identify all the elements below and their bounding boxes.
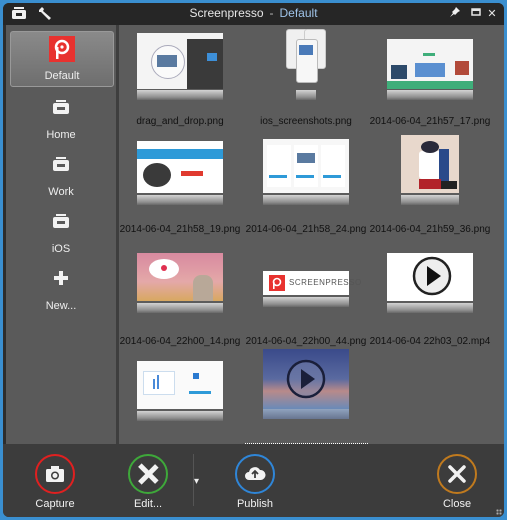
thumbnail <box>137 141 223 193</box>
sidebar-item-label: Home <box>46 129 76 141</box>
thumbnail-reflection <box>137 411 223 421</box>
thumbnail <box>137 361 223 409</box>
cloud-upload-icon <box>245 467 266 480</box>
sidebar-item-home[interactable]: Home <box>10 91 112 145</box>
gallery-item[interactable]: 2014-06-04_21h59_36.png <box>369 135 491 235</box>
file-name: 2014-06-04_21h59_36.png <box>369 224 491 235</box>
title-bar[interactable]: Screenpresso - Default ✕ <box>3 3 504 25</box>
drawer-icon <box>52 99 70 118</box>
file-name: 2014-06-04_21h58_24.png <box>245 224 367 235</box>
action-divider <box>193 454 194 506</box>
thumbnail-reflection <box>263 297 349 307</box>
close-label: Close <box>442 498 472 510</box>
thumbnail: SCREENPRESSO <box>263 271 361 295</box>
pencil-ruler-icon <box>138 463 159 485</box>
project-name: Default <box>279 6 318 20</box>
thumbnail-reflection <box>387 90 473 100</box>
thumbnail <box>387 253 473 301</box>
thumbnail <box>387 39 473 89</box>
file-name: 2014-06-04_22h00_44.png <box>245 336 367 347</box>
thumbnail-reflection <box>137 303 223 313</box>
resize-grip[interactable] <box>496 509 502 515</box>
capture-ring <box>35 454 75 494</box>
edit-dropdown-arrow[interactable]: ▾ <box>194 476 199 487</box>
publish-ring <box>235 454 275 494</box>
edit-label: Edit... <box>133 498 163 510</box>
action-bar: Capture Edit... ▾ Publish Close <box>3 444 504 517</box>
workspace-sidebar: Default Home Work iOS New... <box>6 25 116 444</box>
close-ring <box>437 454 477 494</box>
logo-text: SCREENPRESSO <box>289 278 362 287</box>
file-name: 2014-06-04_21h57_17.png <box>369 116 491 127</box>
sidebar-item-new[interactable]: New... <box>10 262 112 316</box>
sidebar-item-default[interactable]: Default <box>10 31 114 87</box>
gallery-item[interactable]: 2014-06-04_21h57_17.png <box>369 27 491 127</box>
gallery-item[interactable]: 2014-06-04_22h00_14.png <box>119 247 241 347</box>
screenpresso-logo-icon <box>49 36 75 65</box>
file-name: 2014-06-04_21h58_19.png <box>119 224 241 235</box>
edit-button[interactable]: Edit... <box>113 454 183 510</box>
sidebar-item-work[interactable]: Work <box>10 148 112 202</box>
sidebar-item-label: iOS <box>51 243 71 255</box>
gallery-item[interactable]: ios_screenshots.png <box>245 27 367 127</box>
gallery-item[interactable]: 2014-06-04_22h05_29.png <box>119 355 241 455</box>
file-name: drag_and_drop.png <box>136 116 224 127</box>
capture-gallery: drag_and_drop.png ios_screenshots.png 20… <box>119 25 504 456</box>
camera-icon <box>46 466 64 482</box>
pin-icon[interactable] <box>448 6 462 22</box>
title-separator: - <box>269 6 274 20</box>
play-icon <box>286 359 326 399</box>
maximize-icon[interactable] <box>469 6 483 22</box>
thumbnail <box>137 253 223 301</box>
thumbnail <box>263 349 349 409</box>
thumbnail <box>137 33 223 89</box>
close-button[interactable]: Close <box>422 454 492 510</box>
gallery-item[interactable]: 2014-06-04 22h06_20.mp4 <box>242 349 370 456</box>
publish-label: Publish <box>236 498 274 510</box>
capture-button[interactable]: Capture <box>20 454 90 510</box>
window-title: Screenpresso - Default <box>3 6 504 20</box>
close-icon[interactable]: ✕ <box>485 6 499 22</box>
capture-label: Capture <box>35 498 75 510</box>
thumbnail-reflection <box>387 303 473 313</box>
file-name: 2014-06-04 22h03_02.mp4 <box>369 336 491 347</box>
publish-button[interactable]: Publish <box>220 454 290 510</box>
close-x-icon <box>448 465 466 483</box>
sidebar-item-label: Work <box>48 186 74 198</box>
thumbnail <box>401 135 459 193</box>
sidebar-item-label: Default <box>44 70 80 82</box>
file-name: 2014-06-04_22h00_14.png <box>119 336 241 347</box>
plus-icon <box>53 270 69 289</box>
thumbnail <box>286 29 326 89</box>
gallery-item[interactable]: SCREENPRESSO 2014-06-04_22h00_44.png <box>245 247 367 347</box>
thumbnail-reflection <box>137 90 223 100</box>
file-name: ios_screenshots.png <box>260 116 352 127</box>
thumbnail-reflection <box>263 195 349 205</box>
thumbnail <box>263 139 349 193</box>
gallery-item[interactable]: 2014-06-04_21h58_24.png <box>245 135 367 235</box>
thumbnail-reflection <box>401 195 459 205</box>
thumbnail-reflection <box>137 195 223 205</box>
app-name: Screenpresso <box>189 6 264 20</box>
gallery-item[interactable]: drag_and_drop.png <box>119 27 241 127</box>
drawer-icon <box>52 156 70 175</box>
gallery-item[interactable]: 2014-06-04_21h58_19.png <box>119 135 241 235</box>
gallery-item[interactable]: 2014-06-04 22h03_02.mp4 <box>369 247 491 347</box>
thumbnail-reflection <box>263 409 349 419</box>
edit-ring <box>128 454 168 494</box>
app-window: Screenpresso - Default ✕ Default Home Wo… <box>3 3 504 517</box>
thumbnail-reflection <box>296 90 316 100</box>
sidebar-item-label: New... <box>45 300 77 312</box>
play-icon <box>412 256 452 296</box>
sidebar-item-ios[interactable]: iOS <box>10 205 112 259</box>
drawer-icon <box>52 213 70 232</box>
